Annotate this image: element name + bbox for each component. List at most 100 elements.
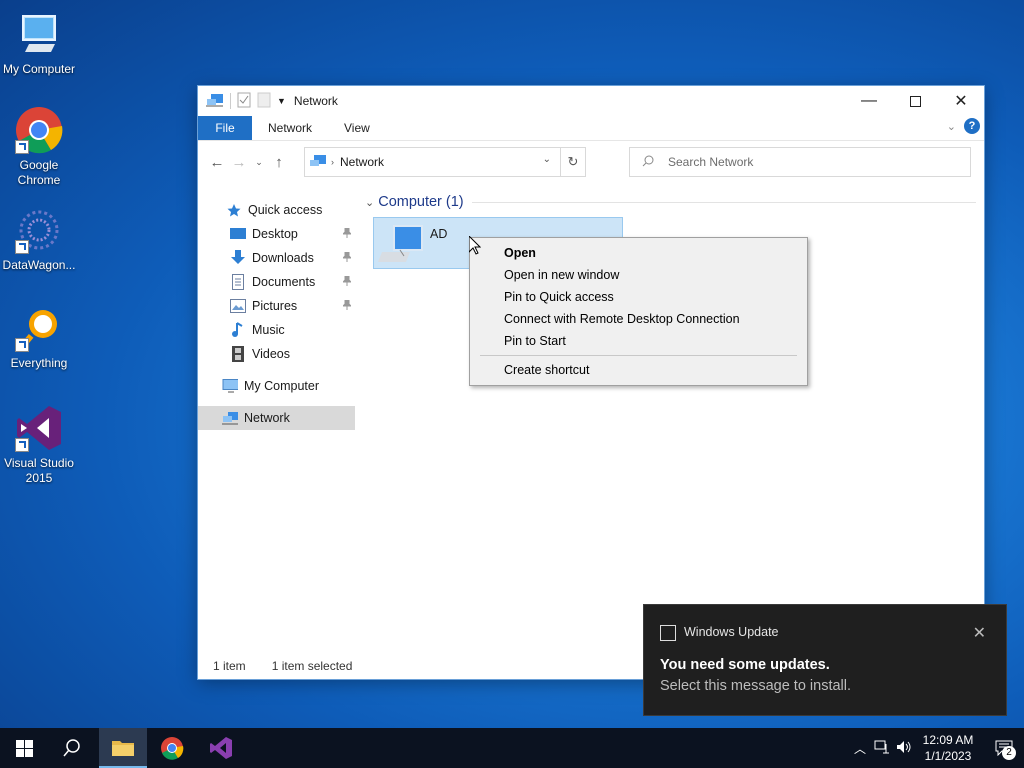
breadcrumb-separator-icon: › [331, 157, 334, 167]
taskbar-visual-studio[interactable] [197, 728, 245, 768]
sidebar-item-pictures[interactable]: Pictures [198, 294, 355, 318]
menu-item-pin-quick-access[interactable]: Pin to Quick access [504, 290, 614, 304]
desktop-icon-datawagon[interactable]: DataWagon... [0, 206, 78, 273]
visual-studio-icon [15, 404, 63, 452]
search-input[interactable]: Search Network [668, 155, 753, 169]
shortcut-arrow-icon [15, 240, 29, 254]
star-icon [226, 202, 242, 218]
clock-time: 12:09 AM [922, 733, 974, 747]
pin-icon [343, 228, 351, 238]
chevron-down-icon: ⌄ [365, 196, 375, 209]
menu-item-pin-start[interactable]: Pin to Start [504, 334, 566, 348]
sidebar-item-downloads[interactable]: Downloads [198, 246, 355, 270]
menu-item-open-new-window[interactable]: Open in new window [504, 268, 619, 282]
breadcrumb-network[interactable]: Network [340, 155, 384, 169]
notification-app-name: Windows Update [684, 625, 779, 639]
download-arrow-icon [230, 250, 246, 266]
recent-locations-button[interactable]: ⌄ [250, 157, 268, 168]
action-center-button[interactable]: 2 [984, 728, 1024, 768]
sidebar-item-network[interactable]: Network [198, 406, 355, 430]
clock[interactable]: 12:09 AM 1/1/2023 [918, 732, 978, 764]
window-title: Network [293, 94, 338, 108]
up-button[interactable]: ↑ [268, 154, 290, 171]
notification-body: Select this message to install. [660, 678, 852, 694]
back-button[interactable]: ← [206, 154, 228, 171]
desktop-icon-my-computer[interactable]: My Computer [0, 10, 78, 77]
file-view: ⌄ Computer (1) AD [365, 190, 976, 269]
volume-icon[interactable] [896, 740, 912, 757]
item-count: 1 item [213, 659, 246, 673]
menu-item-create-shortcut[interactable]: Create shortcut [504, 363, 589, 377]
address-dropdown-icon[interactable]: ⌄ [543, 154, 551, 165]
network-icon [222, 410, 238, 426]
computer-icon [378, 225, 423, 262]
tab-view[interactable]: View [328, 116, 386, 140]
close-button[interactable]: ✕ [938, 86, 984, 116]
sidebar-item-desktop[interactable]: Desktop [198, 222, 355, 246]
folder-icon [112, 741, 134, 756]
group-header[interactable]: ⌄ Computer (1) [365, 190, 976, 214]
pin-icon [343, 252, 351, 262]
desktop-icon-visual-studio[interactable]: Visual Studio 2015 [0, 404, 78, 486]
chevron-up-icon[interactable]: ︿ [854, 740, 866, 757]
desktop-icon-google-chrome[interactable]: Google Chrome [0, 106, 78, 188]
customize-qat-icon[interactable]: ▼ [277, 96, 286, 106]
tab-network[interactable]: Network [252, 116, 328, 140]
taskbar-chrome[interactable] [148, 728, 196, 768]
new-folder-icon[interactable] [257, 92, 271, 111]
document-icon [230, 274, 246, 290]
notification-count-badge: 2 [1002, 746, 1016, 760]
sidebar-item-quick-access[interactable]: Quick access [198, 198, 355, 222]
sidebar-item-my-computer[interactable]: My Computer [198, 374, 355, 398]
navigation-pane: Quick access Desktop Downloads Documents… [198, 198, 355, 430]
title-bar: ▼ Network — ✕ [198, 86, 984, 116]
pin-icon [343, 276, 351, 286]
sidebar-item-documents[interactable]: Documents [198, 270, 355, 294]
refresh-button[interactable]: ↻ [560, 148, 585, 176]
properties-icon[interactable] [237, 92, 251, 111]
network-status-icon[interactable] [874, 740, 890, 757]
desktop-icon-label: Google Chrome [17, 158, 61, 187]
network-icon [206, 92, 224, 111]
divider [230, 93, 231, 109]
monitor-icon [222, 378, 238, 394]
search-icon [63, 739, 80, 757]
visual-studio-icon [210, 737, 232, 759]
shortcut-arrow-icon [15, 338, 29, 352]
sidebar-item-music[interactable]: Music [198, 318, 355, 342]
network-icon [309, 153, 327, 172]
chrome-icon [15, 106, 63, 154]
minimize-button[interactable]: — [846, 86, 892, 116]
status-bar: 1 item 1 item selected [213, 659, 352, 673]
help-icon[interactable]: ? [964, 118, 980, 134]
forward-button[interactable]: → [228, 154, 250, 171]
maximize-button[interactable] [892, 86, 938, 116]
taskbar: ︿ 12:09 AM 1/1/2023 2 [0, 728, 1024, 768]
shortcut-arrow-icon [15, 140, 29, 154]
sidebar-item-videos[interactable]: Videos [198, 342, 355, 366]
shortcut-arrow-icon [15, 438, 29, 452]
windows-update-notification[interactable]: Windows Update ✕ You need some updates. … [644, 605, 1006, 715]
desktop-icon-label: DataWagon... [2, 258, 76, 272]
selection-count: 1 item selected [271, 659, 353, 673]
tab-file[interactable]: File [198, 116, 252, 140]
desktop-icon-label: Everything [10, 356, 68, 370]
expand-ribbon-icon[interactable]: ⌄ [947, 120, 956, 133]
address-bar[interactable]: › Network ⌄ ↻ [304, 147, 586, 177]
close-notification-button[interactable]: ✕ [973, 623, 986, 643]
desktop-folder-icon [230, 226, 246, 242]
search-box[interactable]: Search Network [629, 147, 971, 177]
menu-item-open[interactable]: Open [504, 246, 536, 260]
desktop-icon-label: Visual Studio 2015 [4, 456, 74, 485]
menu-item-remote-desktop[interactable]: Connect with Remote Desktop Connection [504, 312, 740, 326]
search-button[interactable] [48, 728, 96, 768]
film-icon [230, 346, 246, 362]
clock-date: 1/1/2023 [924, 749, 972, 763]
mouse-cursor-icon [469, 236, 481, 255]
context-menu: Open Open in new window Pin to Quick acc… [469, 237, 808, 386]
start-button[interactable] [0, 728, 48, 768]
desktop-icon-everything[interactable]: Everything [0, 304, 78, 371]
taskbar-file-explorer[interactable] [99, 728, 147, 768]
navigation-bar: ← → ⌄ ↑ › Network ⌄ ↻ Search Network [198, 141, 984, 183]
pictures-icon [230, 298, 246, 314]
